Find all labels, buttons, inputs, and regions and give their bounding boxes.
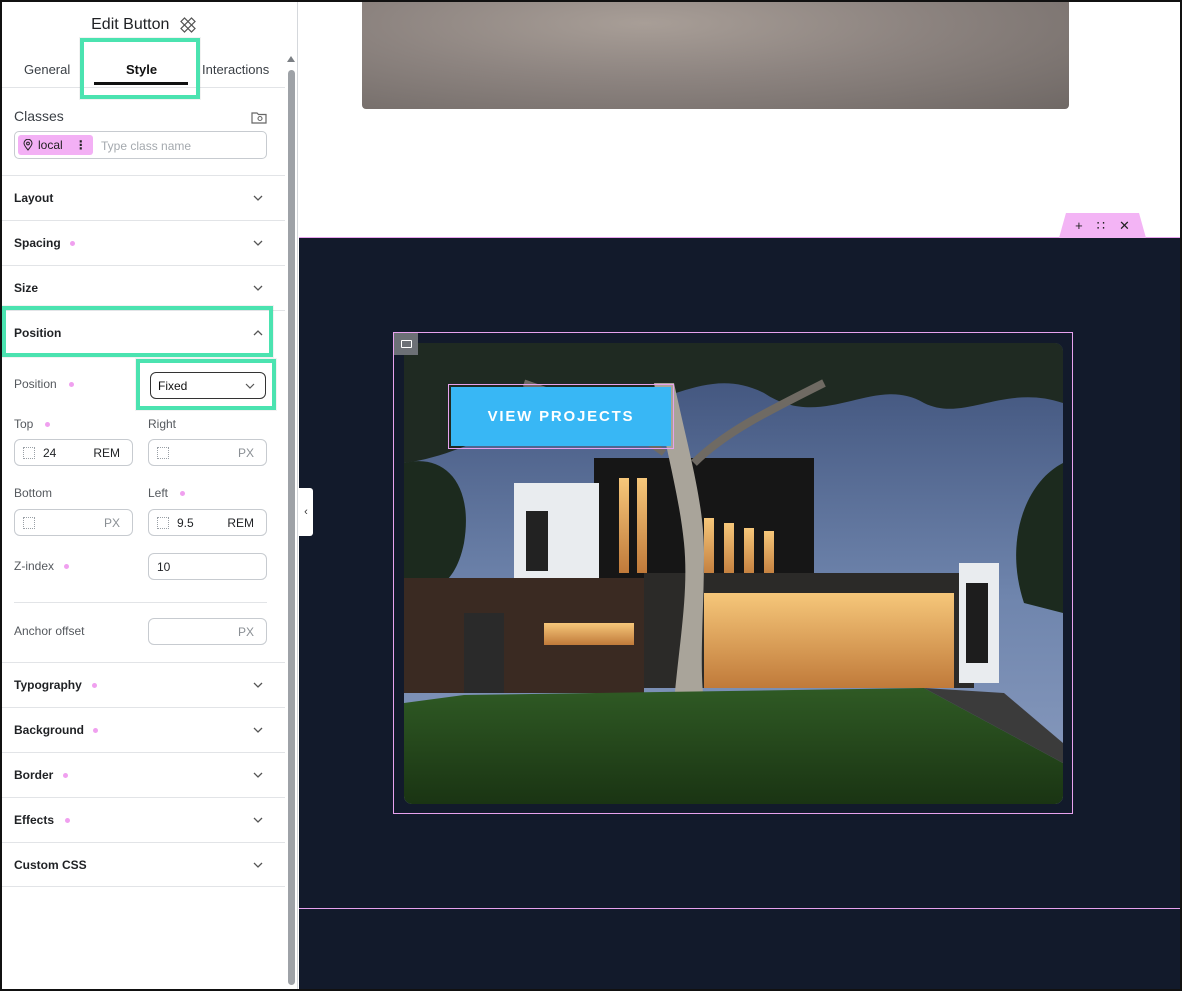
left-value: 9.5 xyxy=(177,516,194,530)
anchor-offset-input[interactable]: PX xyxy=(148,618,267,645)
bottom-unit[interactable]: PX xyxy=(104,516,120,530)
modified-indicator xyxy=(180,491,185,496)
right-label: Right xyxy=(148,417,177,431)
more-options-icon[interactable]: ⋮ xyxy=(75,138,87,152)
modified-indicator xyxy=(64,564,69,569)
class-chip-label: local xyxy=(38,138,63,152)
position-select[interactable]: Fixed xyxy=(150,372,266,399)
modified-indicator xyxy=(63,773,68,778)
editor-panel: Edit Button General Style Interactions C… xyxy=(2,2,298,989)
position-select-value: Fixed xyxy=(158,379,188,393)
active-tab-indicator xyxy=(94,82,188,85)
section-size[interactable]: Size xyxy=(2,265,285,310)
section-toolbar: + ∷ ✕ xyxy=(1059,213,1146,238)
tab-general[interactable]: General xyxy=(24,62,70,77)
editor-canvas: + ∷ ✕ ‹ VIEW PROJECTS xyxy=(299,2,1180,989)
chevron-down-icon xyxy=(253,195,263,201)
scroll-up-arrow-icon[interactable] xyxy=(287,56,295,62)
zindex-label: Z-index xyxy=(14,559,55,573)
section-position[interactable]: Position xyxy=(2,310,285,355)
section-layout-label: Layout xyxy=(14,191,54,205)
chevron-down-icon xyxy=(253,727,263,733)
top-label: Top xyxy=(14,417,34,431)
section-background[interactable]: Background xyxy=(2,707,285,752)
drag-handle-icon[interactable]: ∷ xyxy=(1097,218,1105,234)
view-projects-button[interactable]: VIEW PROJECTS xyxy=(451,387,671,446)
top-input[interactable]: 24 REM xyxy=(14,439,133,466)
panel-title: Edit Button xyxy=(91,16,170,33)
chevron-down-icon xyxy=(253,862,263,868)
section-boundary xyxy=(299,908,1180,909)
chevron-down-icon xyxy=(253,682,263,688)
right-unit[interactable]: PX xyxy=(238,446,254,460)
image-frame-icon xyxy=(400,340,412,348)
bottom-label: Bottom xyxy=(14,486,53,500)
zindex-value: 10 xyxy=(157,560,171,574)
class-chip-local[interactable]: local ⋮ xyxy=(18,135,93,155)
location-pin-icon xyxy=(23,139,33,151)
image-type-handle[interactable] xyxy=(394,333,418,355)
position-type-label: Position xyxy=(14,377,57,391)
modified-indicator xyxy=(93,728,98,733)
anchor-offset-label: Anchor offset xyxy=(14,624,85,638)
grid-icon[interactable] xyxy=(179,17,196,33)
chevron-down-icon xyxy=(253,285,263,291)
section-custom-css[interactable]: Custom CSS xyxy=(2,842,285,887)
left-label: Left xyxy=(148,486,169,500)
collapse-panel-button[interactable]: ‹ xyxy=(299,488,313,536)
tab-style[interactable]: Style xyxy=(126,62,157,77)
chevron-down-icon xyxy=(245,383,255,389)
top-value: 24 xyxy=(43,446,57,460)
right-input[interactable]: PX xyxy=(148,439,267,466)
section-spacing-label: Spacing xyxy=(14,236,61,250)
chevron-down-icon xyxy=(253,817,263,823)
zindex-input[interactable]: 10 xyxy=(148,553,267,580)
section-border-label: Border xyxy=(14,768,54,782)
spacing-left-icon xyxy=(157,517,169,529)
bottom-input[interactable]: PX xyxy=(14,509,133,536)
anchor-offset-unit[interactable]: PX xyxy=(238,625,254,639)
spacing-top-icon xyxy=(23,447,35,459)
section-effects-label: Effects xyxy=(14,813,55,827)
left-input[interactable]: 9.5 REM xyxy=(148,509,267,536)
section-typography[interactable]: Typography xyxy=(2,662,285,707)
classes-label: Classes xyxy=(14,108,64,124)
left-unit[interactable]: REM xyxy=(227,516,254,530)
section-position-label: Position xyxy=(14,326,62,340)
panel-tabs: General Style Interactions xyxy=(2,42,285,88)
panel-scrollbar[interactable] xyxy=(288,70,295,985)
chevron-up-icon xyxy=(253,330,263,336)
modified-indicator xyxy=(45,422,50,427)
section-background-label: Background xyxy=(14,723,85,737)
chevron-down-icon xyxy=(253,772,263,778)
section-custom-css-label: Custom CSS xyxy=(14,858,87,872)
section-border[interactable]: Border xyxy=(2,752,285,797)
modified-indicator xyxy=(65,818,70,823)
class-name-placeholder: Type class name xyxy=(101,139,192,153)
modified-indicator xyxy=(92,683,97,688)
class-input[interactable]: local ⋮ Type class name xyxy=(14,131,267,159)
spacing-right-icon xyxy=(157,447,169,459)
section-effects[interactable]: Effects xyxy=(2,797,285,842)
folder-icon[interactable] xyxy=(251,110,267,124)
chevron-left-icon: ‹ xyxy=(304,506,308,518)
divider xyxy=(14,602,267,603)
panel-header: Edit Button xyxy=(2,16,285,34)
section-typography-label: Typography xyxy=(14,678,82,692)
spacing-bottom-icon xyxy=(23,517,35,529)
section-spacing[interactable]: Spacing xyxy=(2,220,285,265)
chevron-down-icon xyxy=(253,240,263,246)
tab-interactions[interactable]: Interactions xyxy=(202,62,269,77)
top-image xyxy=(362,2,1069,109)
delete-section-icon[interactable]: ✕ xyxy=(1119,218,1130,234)
modified-indicator xyxy=(69,382,74,387)
top-unit[interactable]: REM xyxy=(93,446,120,460)
section-layout[interactable]: Layout xyxy=(2,175,285,220)
add-section-icon[interactable]: + xyxy=(1075,218,1083,233)
modified-indicator xyxy=(70,241,75,246)
section-size-label: Size xyxy=(14,281,39,295)
